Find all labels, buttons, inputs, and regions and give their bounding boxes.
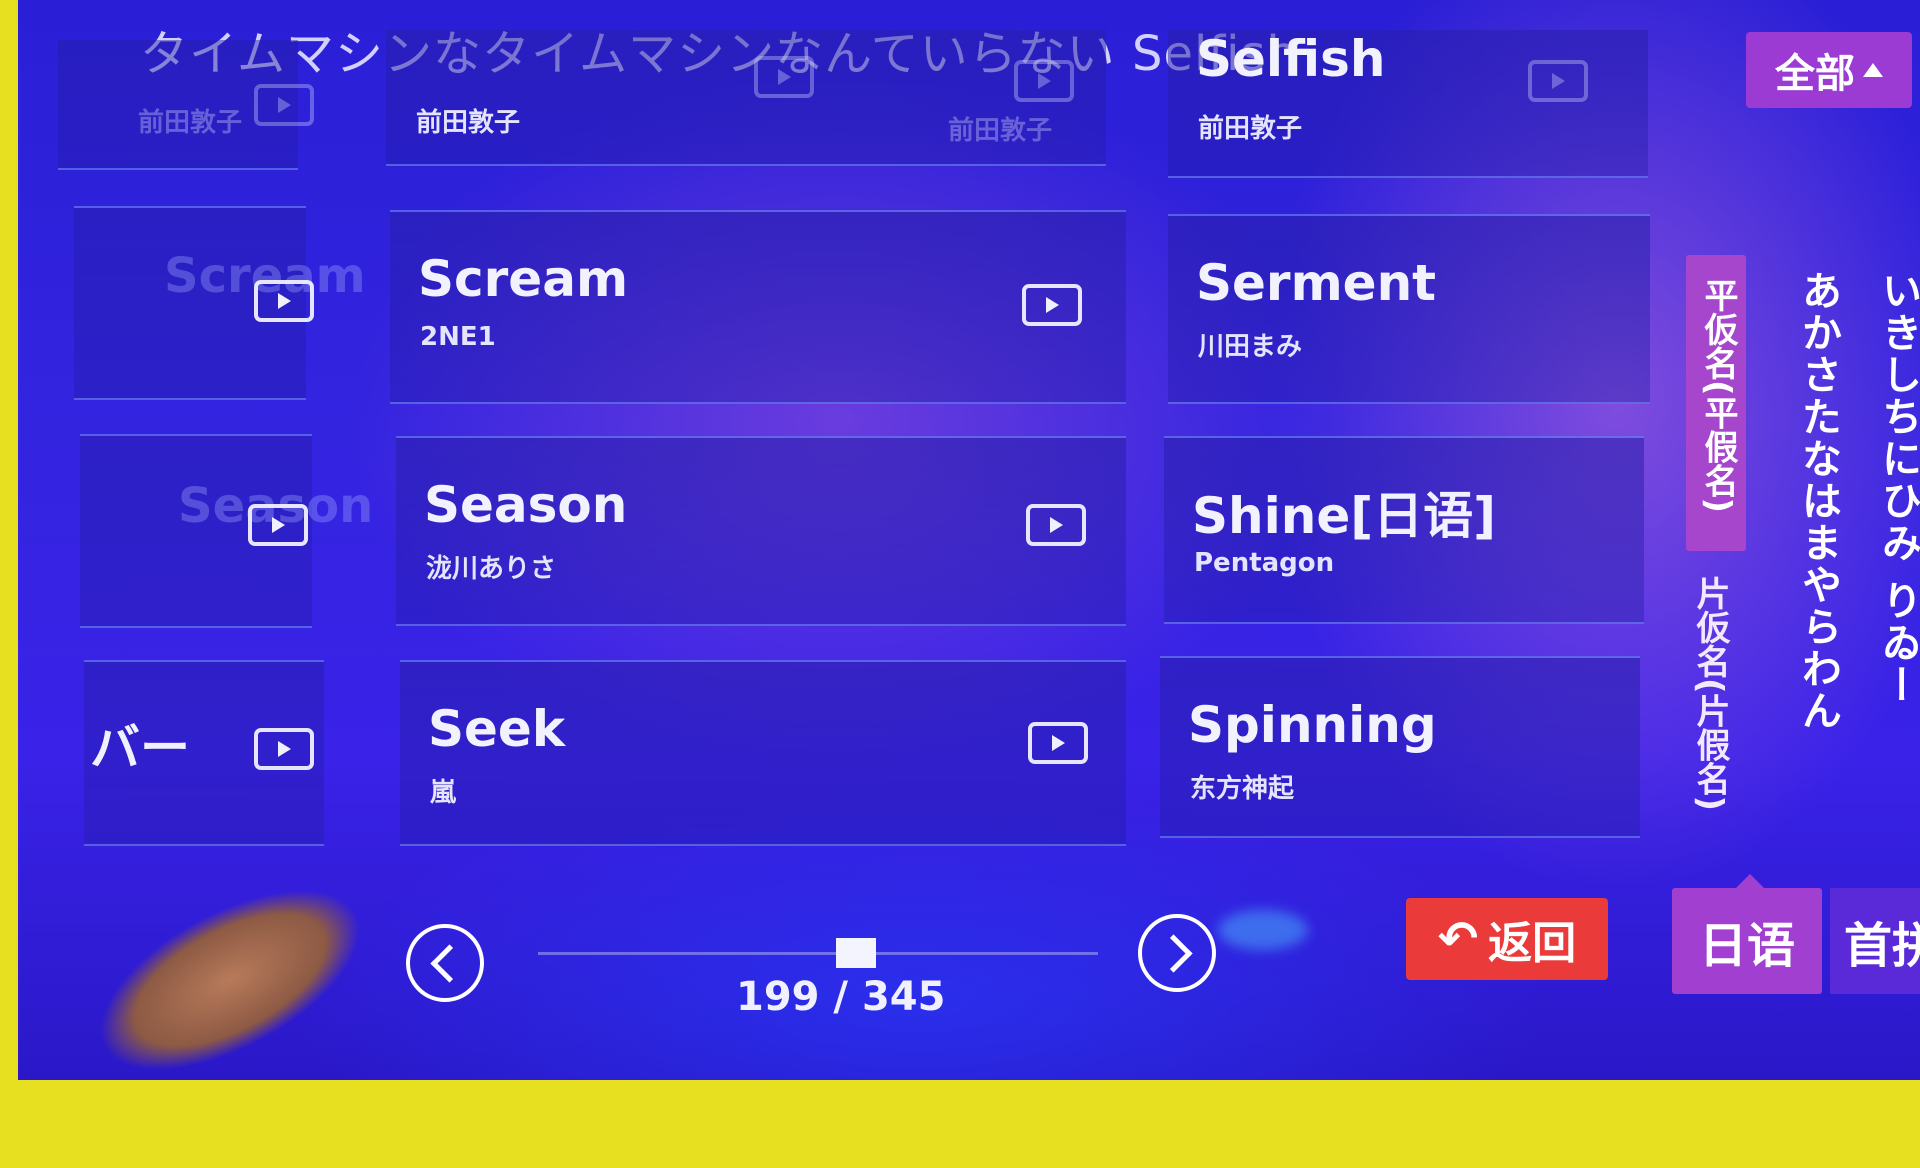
song-artist: 嵐 <box>430 778 457 808</box>
song-tile[interactable]: 前田敦子 前田敦子 <box>386 30 1106 166</box>
page-indicator: 199 / 345 <box>736 974 946 1020</box>
page-slider-thumb[interactable] <box>836 938 876 968</box>
song-artist: 泷川ありさ <box>426 554 557 584</box>
song-tile[interactable]: Seek 嵐 <box>400 660 1126 846</box>
language-tab[interactable]: 日语 <box>1672 874 1822 994</box>
prev-song-artist: 前田敦子 <box>138 108 243 138</box>
prev-song-tile[interactable]: 前田敦子 <box>58 40 314 170</box>
song-title: Selfish <box>1196 30 1386 88</box>
play-icon[interactable] <box>1026 504 1086 546</box>
play-icon[interactable] <box>1528 60 1588 102</box>
caret-up-icon <box>1863 63 1883 77</box>
song-title: Scream <box>418 250 629 308</box>
prev-song-tile[interactable]: Scream <box>74 206 366 400</box>
all-filter-label: 全部 <box>1775 51 1855 97</box>
song-tile[interactable]: Season 泷川ありさ <box>396 436 1126 626</box>
song-artist: 2NE1 <box>420 322 496 352</box>
prev-song-title: バー <box>90 719 190 777</box>
play-icon[interactable] <box>754 56 814 98</box>
song-title: Seek <box>428 700 566 758</box>
song-title: Serment <box>1196 254 1437 312</box>
faded-artist: 前田敦子 <box>948 116 1053 146</box>
prev-song-tile[interactable]: Season <box>80 434 373 628</box>
back-label: 返回 <box>1488 918 1577 969</box>
next-page-button[interactable] <box>1138 914 1216 992</box>
song-title: Season <box>424 476 628 534</box>
play-icon[interactable] <box>254 84 314 126</box>
song-artist: 川田まみ <box>1198 332 1303 362</box>
song-artist: 前田敦子 <box>1198 114 1303 144</box>
play-icon[interactable] <box>1028 722 1088 764</box>
song-artist: Pentagon <box>1194 548 1335 578</box>
page-slider-track[interactable] <box>538 952 1098 955</box>
play-icon[interactable] <box>1022 284 1082 326</box>
back-arrow-icon: ↶ <box>1437 911 1479 967</box>
hiragana-tab-label: 平仮名(平假名) <box>1698 278 1738 514</box>
song-title: Shine[日语] <box>1192 487 1496 545</box>
pinyin-tab[interactable]: 首拼 <box>1830 888 1920 994</box>
all-filter-button[interactable]: 全部 <box>1746 32 1912 108</box>
back-button[interactable]: ↶ 返回 <box>1406 898 1608 980</box>
play-icon[interactable] <box>254 280 314 322</box>
prev-page-button[interactable] <box>406 924 484 1002</box>
song-tile[interactable]: Scream 2NE1 <box>390 210 1126 404</box>
song-title: Spinning <box>1188 696 1437 754</box>
play-icon[interactable] <box>254 728 314 770</box>
song-artist: 前田敦子 <box>416 108 521 138</box>
song-tile[interactable]: Serment 川田まみ <box>1168 214 1650 404</box>
song-tile[interactable]: Selfish 前田敦子 <box>1168 30 1648 178</box>
song-tile[interactable]: Spinning 东方神起 <box>1160 656 1640 838</box>
song-tile[interactable]: Shine[日语] Pentagon <box>1164 436 1644 624</box>
play-icon[interactable] <box>1014 60 1074 102</box>
decorative-glow <box>1218 910 1308 950</box>
kana-index-column[interactable]: いきしちにひみ りゐー <box>1874 270 1920 706</box>
song-artist: 东方神起 <box>1190 774 1295 804</box>
katakana-tab[interactable]: 片仮名(片假名) <box>1686 576 1735 811</box>
play-icon[interactable] <box>248 504 308 546</box>
kana-index-column[interactable]: あかさたなはまやらわん <box>1794 270 1842 732</box>
